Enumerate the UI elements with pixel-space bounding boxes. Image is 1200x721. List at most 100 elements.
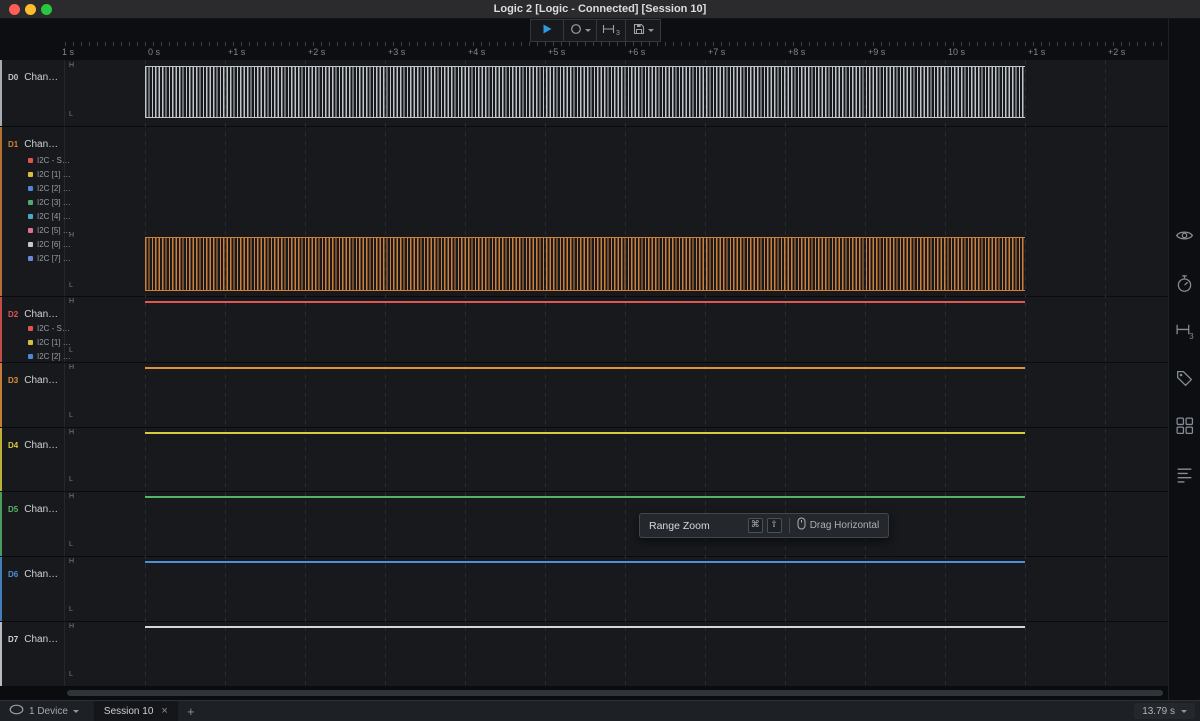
- analyzer-color-dot: [28, 255, 33, 261]
- waveform-d3[interactable]: [145, 367, 1025, 369]
- waveform-d7[interactable]: [145, 626, 1025, 628]
- capture-duration-selector[interactable]: 13.79 s: [1134, 703, 1195, 719]
- channel-id-label: D1: [8, 140, 19, 149]
- waveform-area: D0 Chan… H L D1 Chan… I2C - S… I2C [1] … I…: [0, 60, 1168, 687]
- analyzer-color-dot: [28, 325, 33, 331]
- time-ruler[interactable]: 1 s 0 s +1 s +2 s +3 s +4 s +5 s +6 s +7…: [0, 42, 1168, 60]
- channel-name-label: Chan…: [24, 72, 59, 83]
- analyzer-color-dot: [28, 339, 33, 345]
- channel-id-label: D0: [8, 73, 19, 82]
- ruler-label: +1 s: [228, 47, 246, 57]
- gridline: [545, 60, 546, 687]
- level-low-marker: L: [69, 671, 73, 678]
- device-label: 1 Device: [29, 705, 68, 717]
- waveform-d4[interactable]: [145, 432, 1025, 434]
- measurements-count-badge: 3: [616, 30, 620, 37]
- session-tab-label: Session 10: [103, 705, 154, 717]
- gridline: [1105, 60, 1106, 687]
- channel-id-label: D6: [8, 570, 19, 579]
- channel-header-d0[interactable]: D0 Chan…: [0, 60, 65, 126]
- measurements-button[interactable]: 3: [596, 19, 626, 42]
- ruler-label: +9 s: [868, 47, 886, 57]
- capture-mode-button[interactable]: [563, 19, 597, 42]
- device-selector[interactable]: 1 Device: [0, 701, 88, 721]
- waveform-d1[interactable]: [145, 237, 1025, 291]
- analyzer-result-item[interactable]: I2C [2] …: [28, 181, 71, 195]
- play-button[interactable]: [530, 19, 564, 42]
- window-title: Logic 2 [Logic - Connected] [Session 10]: [493, 3, 707, 15]
- analyzer-result-list: I2C - S… I2C [1] … I2C [2] …: [28, 321, 71, 363]
- ruler-label: +1 s: [1028, 47, 1046, 57]
- gridline: [225, 60, 226, 687]
- analyzer-color-dot: [28, 353, 33, 359]
- waveform-d5[interactable]: [145, 496, 1025, 498]
- scrollbar-thumb[interactable]: [67, 690, 1163, 696]
- channel-header-d4[interactable]: D4 Chan…: [0, 428, 65, 491]
- analyzer-result-item[interactable]: I2C [7] …: [28, 251, 71, 265]
- capture-mode-icon: [570, 22, 582, 40]
- toolbar: 3: [0, 19, 1200, 42]
- close-tab-button[interactable]: ×: [161, 706, 167, 717]
- channel-header-d5[interactable]: D5 Chan…: [0, 492, 65, 556]
- analyzer-result-item[interactable]: I2C [6] …: [28, 237, 71, 251]
- gridline: [145, 60, 146, 687]
- ruler-label: 10 s: [948, 47, 966, 57]
- session-tab[interactable]: Session 10 ×: [93, 700, 178, 721]
- channel-header-d2[interactable]: D2 Chan… I2C - S… I2C [1] … I2C [2] …: [0, 297, 71, 362]
- annotations-eye-icon[interactable]: [1175, 226, 1194, 245]
- analyzer-color-dot: [28, 185, 33, 191]
- chevron-down-icon: [1181, 709, 1187, 713]
- ruler-label: +5 s: [548, 47, 566, 57]
- channel-header-d3[interactable]: D3 Chan…: [0, 363, 65, 427]
- analyzer-result-item[interactable]: I2C [1] …: [28, 335, 71, 349]
- channel-header-d1[interactable]: D1 Chan… I2C - S… I2C [1] … I2C [2] … I2C…: [0, 127, 71, 296]
- right-sidebar: [1168, 19, 1200, 700]
- save-icon: [633, 22, 645, 40]
- logic2-window: Logic 2 [Logic - Connected] [Session 10]…: [0, 0, 1200, 721]
- measurements-icon[interactable]: 3: [1175, 321, 1194, 340]
- waveform-d0[interactable]: [145, 66, 1025, 118]
- waveform-d2[interactable]: [145, 301, 1025, 303]
- level-high-marker: H: [69, 62, 75, 69]
- analyzer-color-dot: [28, 241, 33, 247]
- device-icon: [9, 702, 24, 720]
- gridline: [785, 60, 786, 687]
- level-low-marker: L: [69, 606, 73, 613]
- notes-list-icon[interactable]: [1175, 465, 1194, 484]
- analyzer-result-item[interactable]: I2C [1] …: [28, 167, 71, 181]
- svg-text:3: 3: [1189, 332, 1194, 340]
- new-session-button[interactable]: +: [178, 704, 204, 719]
- analyzer-result-item[interactable]: I2C - S…: [28, 321, 71, 335]
- analyzer-color-dot: [28, 199, 33, 205]
- timer-icon[interactable]: [1175, 274, 1194, 293]
- channel-lane-d4: D4 Chan… H L: [0, 428, 1168, 492]
- analyzer-result-item[interactable]: I2C [2] …: [28, 349, 71, 363]
- horizontal-scrollbar[interactable]: [0, 687, 1168, 700]
- analyzer-result-item[interactable]: I2C [3] …: [28, 195, 71, 209]
- ruler-label: +2 s: [308, 47, 326, 57]
- export-button[interactable]: [625, 19, 661, 42]
- channel-name-label: Chan…: [24, 139, 59, 150]
- channel-lane-d1: D1 Chan… I2C - S… I2C [1] … I2C [2] … I2C…: [0, 127, 1168, 297]
- capture-toolbar: 3: [530, 19, 661, 42]
- analyzer-result-item[interactable]: I2C [5] …: [28, 223, 71, 237]
- measurements-icon: [602, 22, 615, 40]
- shift-key-icon: ⇧: [766, 518, 782, 533]
- tooltip-title: Range Zoom: [649, 519, 710, 532]
- analyzer-result-item[interactable]: I2C [4] …: [28, 209, 71, 223]
- channel-header-d6[interactable]: D6 Chan…: [0, 557, 65, 621]
- level-low-marker: L: [69, 282, 73, 289]
- ruler-label: +8 s: [788, 47, 806, 57]
- waveform-d6[interactable]: [145, 561, 1025, 563]
- channel-name-label: Chan…: [24, 309, 59, 320]
- analyzer-color-dot: [28, 227, 33, 233]
- level-low-marker: L: [69, 111, 73, 118]
- labels-tag-icon[interactable]: [1175, 369, 1194, 388]
- titlebar: Logic 2 [Logic - Connected] [Session 10]: [0, 0, 1200, 19]
- gridline: [865, 60, 866, 687]
- channel-header-d7[interactable]: D7 Chan…: [0, 622, 65, 686]
- extensions-grid-icon[interactable]: [1175, 416, 1194, 435]
- analyzer-result-item[interactable]: I2C - S…: [28, 153, 71, 167]
- chevron-down-icon: [72, 709, 79, 713]
- gridline: [465, 60, 466, 687]
